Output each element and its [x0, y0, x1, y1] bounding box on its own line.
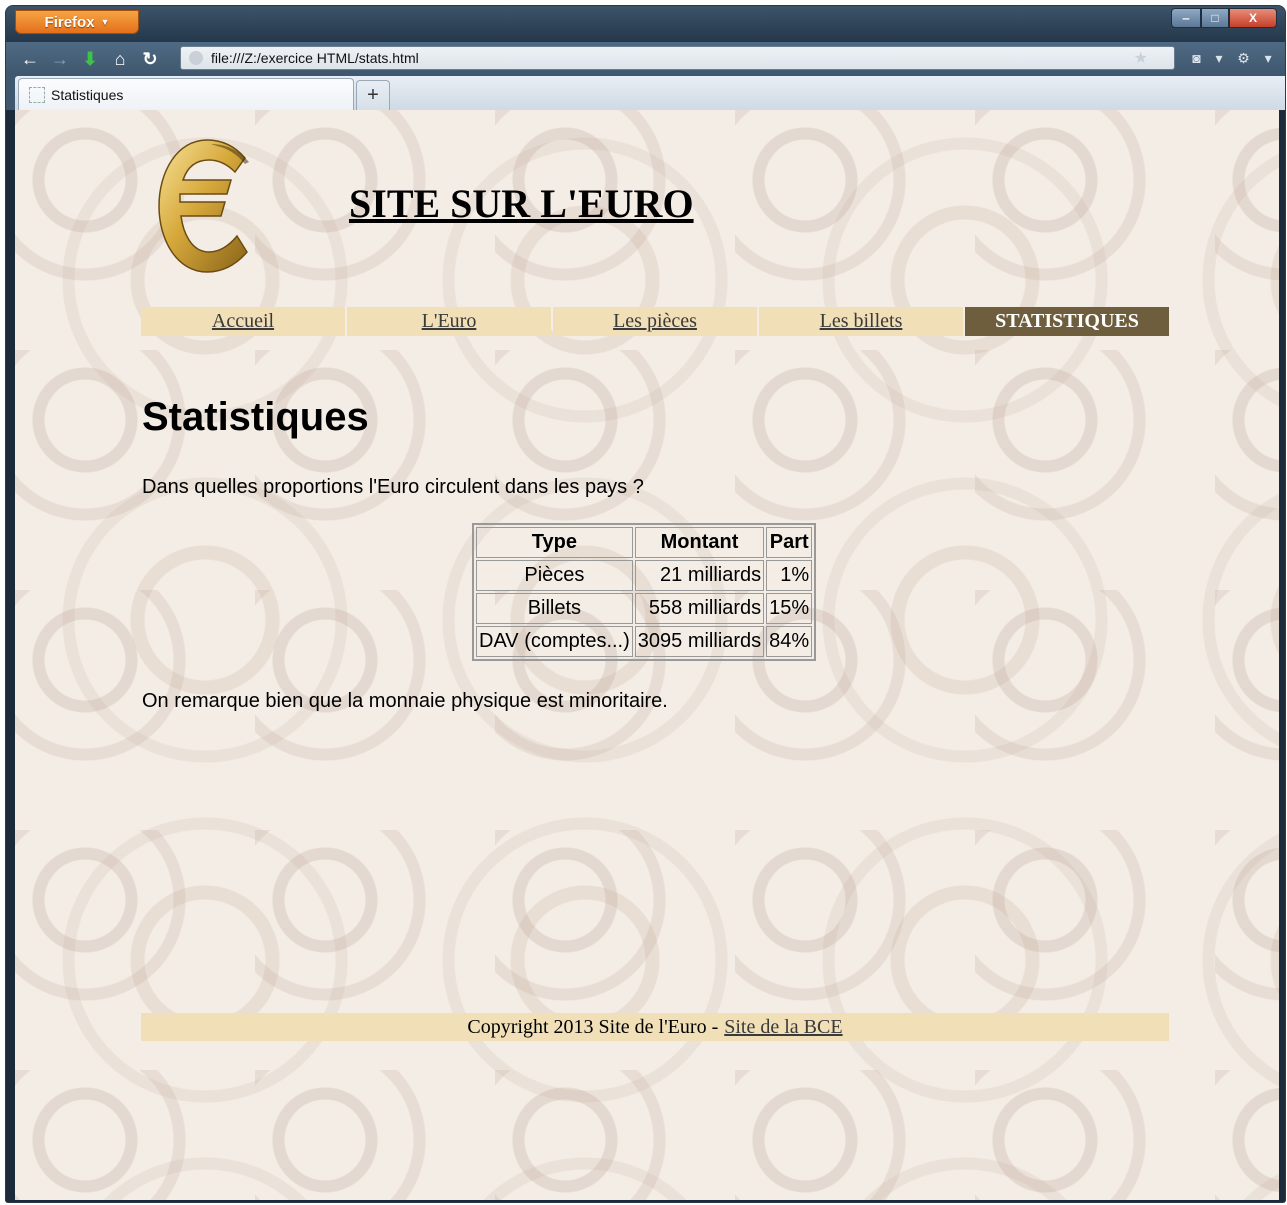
bookmark-star-icon[interactable]: ★ [1134, 48, 1148, 68]
url-text: file:///Z:/exercice HTML/stats.html [211, 50, 419, 66]
chevron-down-icon: ▼ [100, 17, 110, 27]
addon-icon[interactable]: ⚙ [1237, 50, 1250, 67]
maximize-button[interactable]: □ [1201, 8, 1229, 28]
conclusion-text: On remarque bien que la monnaie physique… [142, 690, 668, 712]
window-controls: ‒ □ X [1171, 8, 1277, 28]
table-header-row: Type Montant Part [476, 527, 813, 558]
cell-type: Pièces [476, 560, 633, 591]
bce-link[interactable]: Site de la BCE [724, 1016, 842, 1039]
menu-item-euro[interactable]: L'Euro [347, 307, 551, 336]
page-content: SITE SUR L'EURO Accueil L'Euro Les pièce… [15, 110, 1279, 1200]
menu-item-billets[interactable]: Les billets [759, 307, 963, 336]
euro-logo-icon [158, 139, 249, 273]
copyright-text: Copyright 2013 Site de l'Euro - [467, 1015, 719, 1038]
cell-montant: 3095 milliards [634, 626, 765, 657]
cell-montant: 558 milliards [634, 593, 765, 624]
title-bar: Firefox ▼ ‒ □ X [6, 6, 1285, 42]
header-montant: Montant [634, 527, 765, 558]
browser-window: Firefox ▼ ‒ □ X ← → ⬇ ⌂ ↻ file:///Z:/exe… [6, 6, 1285, 1202]
home-icon[interactable]: ⌂ [108, 47, 132, 71]
firefox-menu-button[interactable]: Firefox ▼ [15, 10, 139, 34]
menu-item-statistiques[interactable]: STATISTIQUES [965, 307, 1169, 336]
header-part: Part [766, 527, 813, 558]
address-bar[interactable]: file:///Z:/exercice HTML/stats.html ★ [180, 46, 1175, 70]
cell-type: Billets [476, 593, 633, 624]
intro-text: Dans quelles proportions l'Euro circulen… [142, 476, 644, 498]
chevron-down-icon[interactable]: ▾ [1216, 50, 1223, 67]
toolbar-right-buttons: ◙ ▾ ⚙ ▾ [1185, 46, 1279, 70]
close-button[interactable]: X [1229, 8, 1277, 28]
forward-icon[interactable]: → [48, 47, 72, 71]
globe-icon [189, 51, 203, 65]
table-row: DAV (comptes...) 3095 milliards 84% [476, 626, 813, 657]
cell-type: DAV (comptes...) [476, 626, 633, 657]
minimize-button[interactable]: ‒ [1171, 8, 1201, 28]
cell-part: 84% [766, 626, 813, 657]
header-type: Type [476, 527, 633, 558]
cell-part: 1% [766, 560, 813, 591]
page-icon [29, 86, 45, 103]
new-tab-button[interactable]: + [356, 80, 390, 110]
table-row: Billets 558 milliards 15% [476, 593, 813, 624]
menu-item-pieces[interactable]: Les pièces [553, 307, 757, 336]
tab-statistiques[interactable]: Statistiques [18, 78, 354, 110]
cell-montant: 21 milliards [634, 560, 765, 591]
site-title: SITE SUR L'EURO [349, 181, 694, 226]
stats-table: Type Montant Part Pièces 21 milliards 1%… [472, 523, 817, 661]
reload-icon[interactable]: ↻ [138, 47, 162, 71]
chevron-down-icon[interactable]: ▾ [1265, 50, 1272, 67]
download-icon[interactable]: ⬇ [78, 47, 102, 71]
tab-label: Statistiques [51, 86, 124, 103]
page-heading: Statistiques [142, 395, 369, 439]
firefox-menu-label: Firefox [44, 13, 95, 31]
main-menu: Accueil L'Euro Les pièces Les billets ST… [141, 307, 1169, 336]
footer: Copyright 2013 Site de l'Euro - Site de … [141, 1013, 1169, 1041]
back-icon[interactable]: ← [18, 47, 42, 71]
cell-part: 15% [766, 593, 813, 624]
table-row: Pièces 21 milliards 1% [476, 560, 813, 591]
camera-icon[interactable]: ◙ [1192, 50, 1200, 66]
menu-item-accueil[interactable]: Accueil [141, 307, 345, 336]
